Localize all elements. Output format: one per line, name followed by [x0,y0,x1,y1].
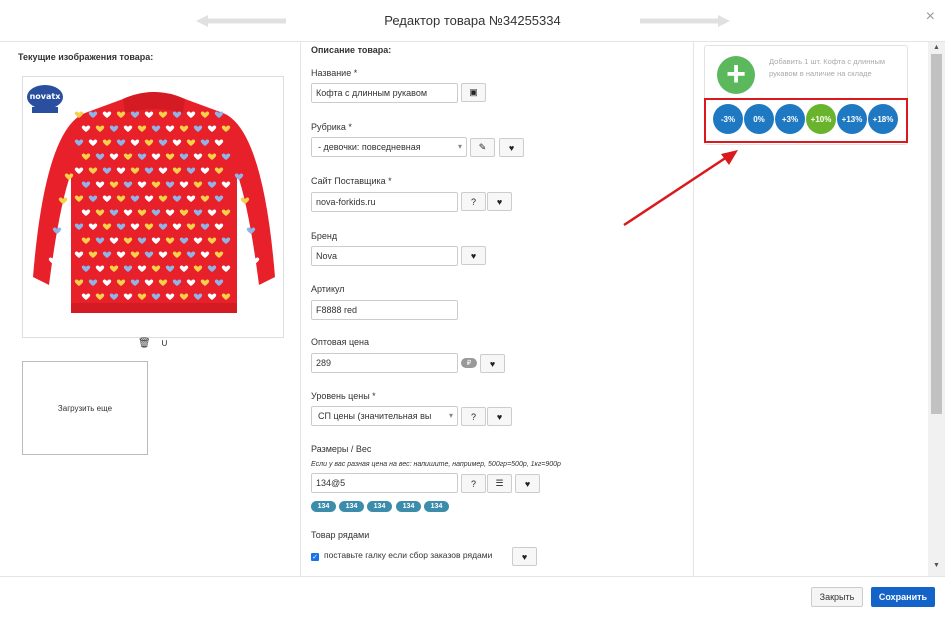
upload-more-button[interactable]: Загрузить еще [22,361,148,455]
article-label: Артикул [311,284,345,294]
sizes-hint: Если у вас разная цена на вес: напишите,… [311,461,561,468]
description-column: Описание товара: Название * Кофта с длин… [300,42,694,576]
supplier-site-label: Сайт Поставщика * [311,176,392,186]
rows-checkbox[interactable]: ✓ [311,553,319,561]
percent-button[interactable]: +13% [837,104,867,134]
description-label: Описание товара: [311,45,392,55]
stock-panel: + Добавить 1 шт. Кофта с длинным рукавом… [694,42,928,576]
name-label: Название * [311,68,358,78]
price-level-select[interactable]: СП цены (значительная вы ▾ [311,406,458,426]
next-product-arrow-icon[interactable] [640,15,730,27]
list-icon[interactable]: ☰ [487,474,512,493]
modal-footer: Закрыть Сохранить [0,576,945,619]
heart-icon[interactable]: ♥ [487,192,512,211]
category-label: Рубрика * [311,122,352,132]
help-button[interactable]: ? [461,192,486,211]
annotation-arrow-icon [623,150,738,227]
images-label: Текущие изображения товара: [18,52,154,62]
brand-logo: novatx [27,85,63,113]
product-image[interactable]: novatx [22,76,284,338]
sizes-label: Размеры / Вес [311,444,372,454]
percent-button[interactable]: -3% [713,104,743,134]
percent-button[interactable]: +3% [775,104,805,134]
percent-button[interactable]: +18% [868,104,898,134]
pencil-icon[interactable]: ✎ [470,138,495,157]
shirt-illustration: novatx [27,85,275,313]
close-icon[interactable]: × [926,8,935,26]
heart-icon[interactable]: ♥ [487,407,512,426]
size-tag[interactable]: 134 [396,501,421,512]
name-input[interactable]: Кофта с длинным рукавом [311,83,458,103]
magnet-icon[interactable]: ∪ [161,338,168,349]
price-level-value: СП цены (значительная вы [318,411,432,421]
help-button[interactable]: ? [461,474,486,493]
scrollbar[interactable]: ▲ ▼ [928,42,945,576]
percent-button-active[interactable]: +10% [806,104,836,134]
page-title: Редактор товара №34255334 [384,13,561,28]
size-tag[interactable]: 134 [339,501,364,512]
brand-input[interactable]: Nova [311,246,458,266]
size-tag[interactable]: 134 [367,501,392,512]
product-editor-modal: Редактор товара №34255334 × Текущие изоб… [0,0,945,619]
save-button[interactable]: Сохранить [871,587,935,607]
wholesale-price-label: Оптовая цена [311,337,369,347]
add-stock-text: Добавить 1 шт. Кофта с длинным рукавом в… [769,57,886,78]
price-level-label: Уровень цены * [311,391,376,401]
scroll-up-icon[interactable]: ▲ [933,44,940,51]
heart-icon[interactable]: ♥ [515,474,540,493]
close-button[interactable]: Закрыть [811,587,863,607]
add-stock-button[interactable]: + [717,56,755,94]
chevron-down-icon: ▾ [448,411,453,420]
help-button[interactable]: ? [461,407,486,426]
rows-checkbox-label: поставьте галку если сбор заказов рядами [324,550,493,560]
image-icon[interactable]: ▣ [461,83,486,102]
category-value: - девочки: повседневная [318,142,421,152]
size-tag[interactable]: 134 [311,501,336,512]
heart-icon[interactable]: ♥ [480,354,505,373]
wholesale-price-input[interactable]: 289 [311,353,458,373]
heart-icon[interactable]: ♥ [512,547,537,566]
article-input[interactable]: F8888 red [311,300,458,320]
trash-icon[interactable]: 🗑 [138,338,151,349]
image-tools: 🗑 ∪ [138,338,168,349]
size-tag[interactable]: 134 [424,501,449,512]
chevron-down-icon: ▾ [457,142,462,151]
images-column: Текущие изображения товара: novatx 🗑 ∪ З… [0,42,300,576]
brand-logo-text: novatx [30,92,62,101]
sizes-input[interactable]: 134@5 [311,473,458,493]
scroll-down-icon[interactable]: ▼ [933,562,940,569]
percent-button[interactable]: 0% [744,104,774,134]
scrollbar-thumb[interactable] [931,54,942,414]
heart-icon[interactable]: ♥ [461,246,486,265]
supplier-site-input[interactable]: nova-forkids.ru [311,192,458,212]
heart-icon[interactable]: ♥ [499,138,524,157]
rows-label: Товар рядами [311,530,370,540]
brand-label: Бренд [311,231,338,241]
modal-header: Редактор товара №34255334 × [0,0,945,42]
category-select[interactable]: - девочки: повседневная ▾ [311,137,467,157]
price-tag-icon[interactable]: ₽ [461,358,477,368]
